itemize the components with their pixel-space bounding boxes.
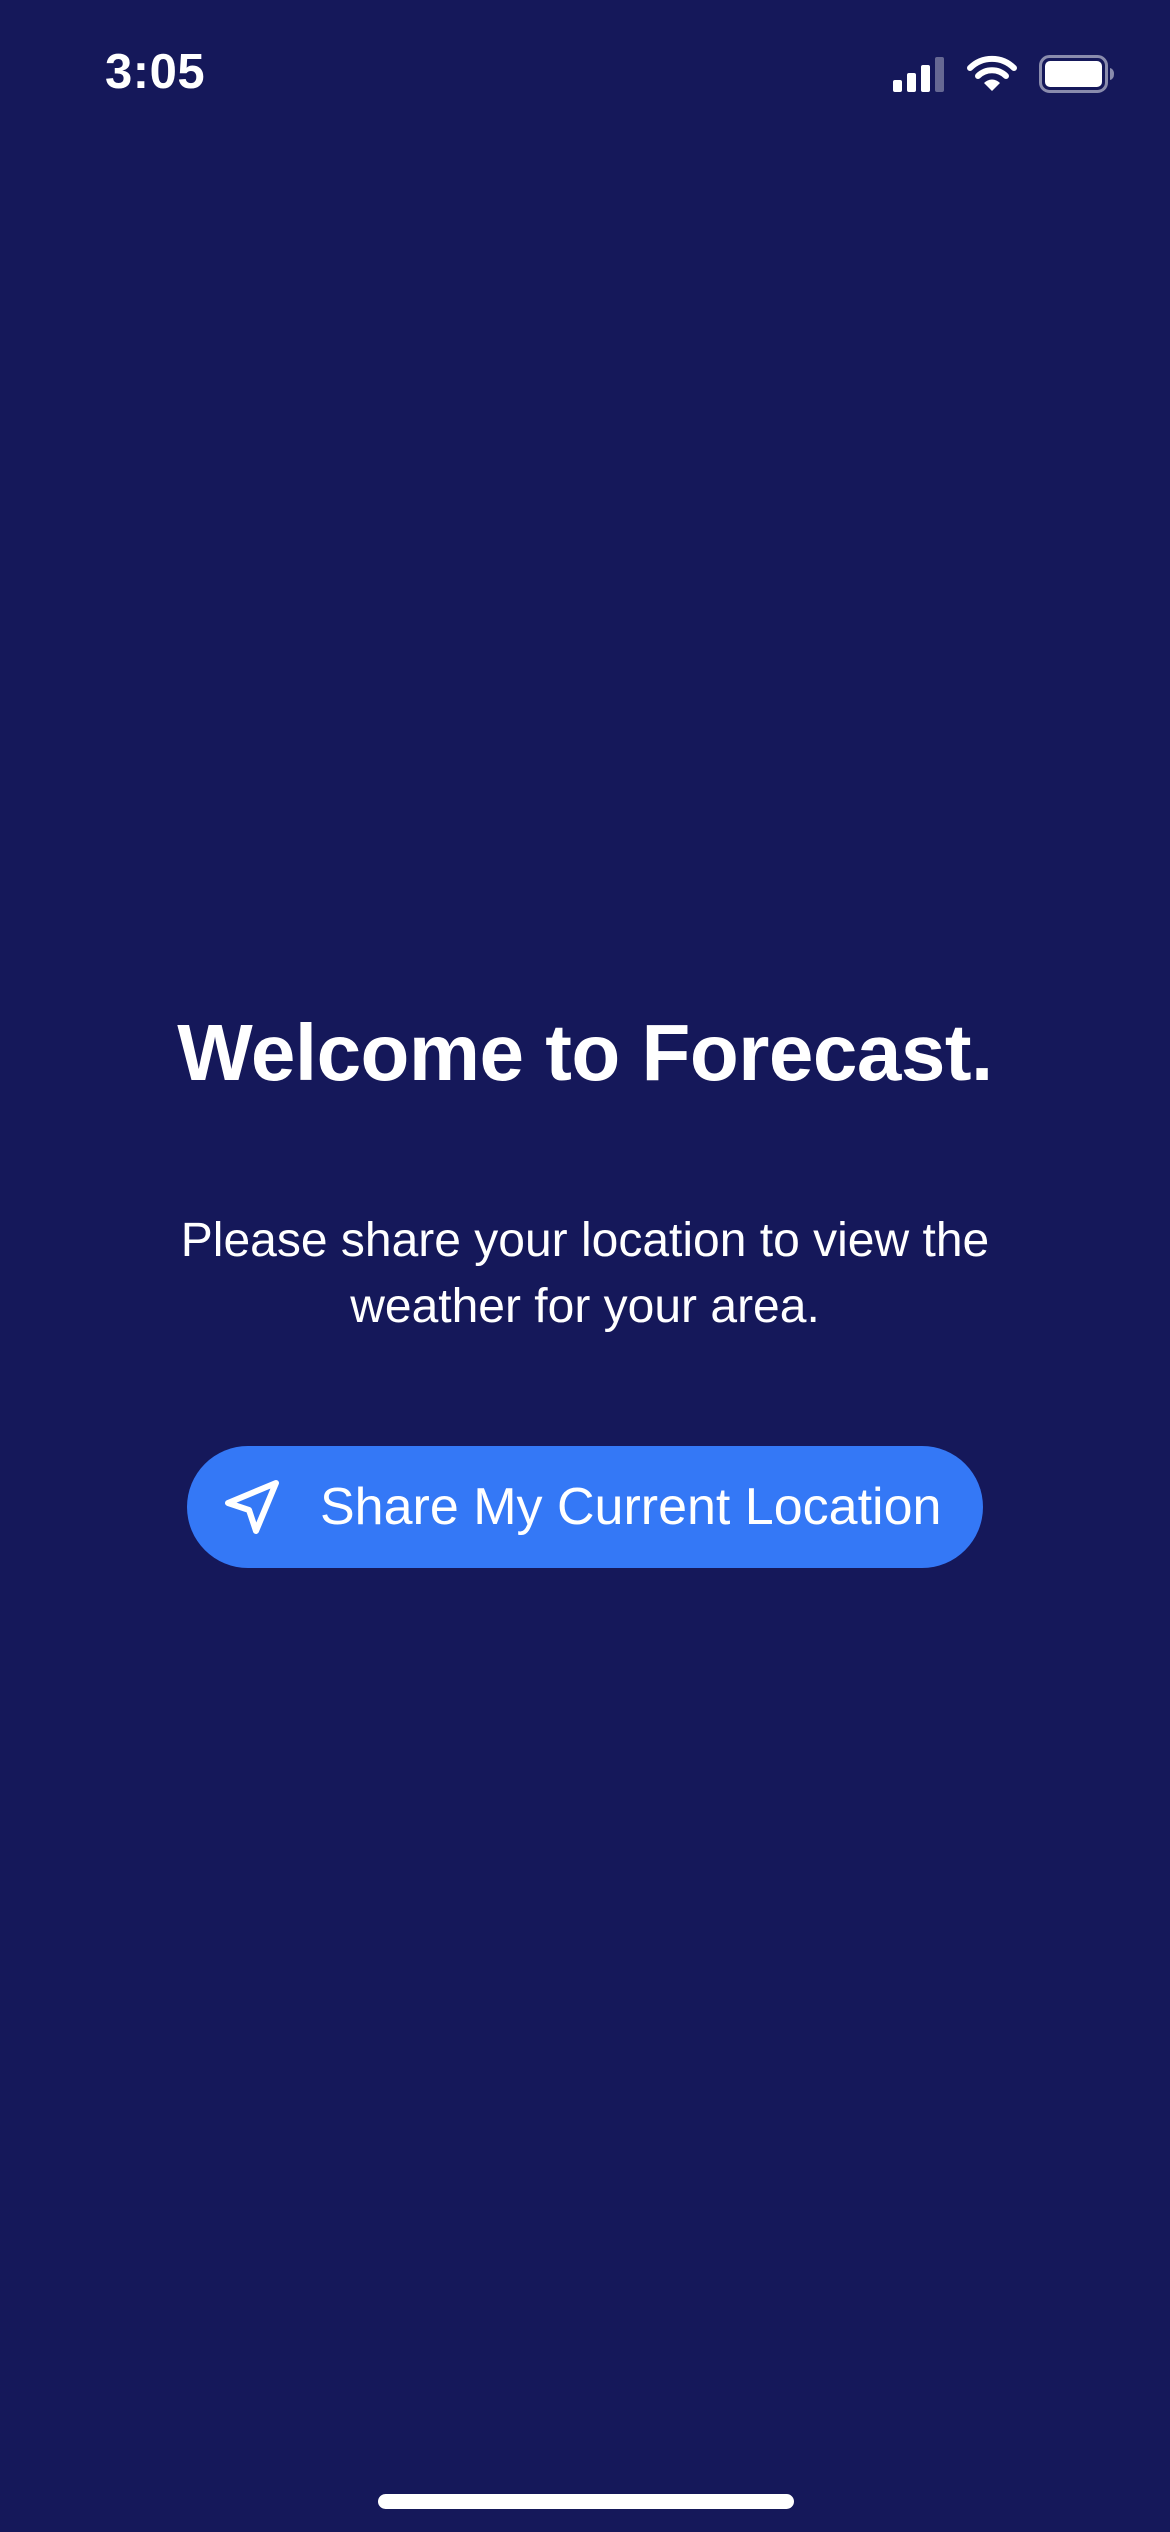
status-bar: 3:05 [0,0,1170,150]
home-indicator[interactable] [378,2494,794,2509]
share-location-button-label: Share My Current Location [320,1478,942,1536]
status-icons [893,52,1115,96]
signal-icon [893,57,944,92]
welcome-message: Please share your location to view the w… [180,1214,990,1333]
welcome-title: Welcome to Forecast. [177,1008,993,1097]
share-location-button[interactable]: Share My Current Location [187,1446,983,1568]
status-time: 3:05 [105,45,206,99]
location-arrow-icon [225,1480,279,1534]
wifi-icon [967,55,1017,91]
battery-icon [1039,55,1114,93]
